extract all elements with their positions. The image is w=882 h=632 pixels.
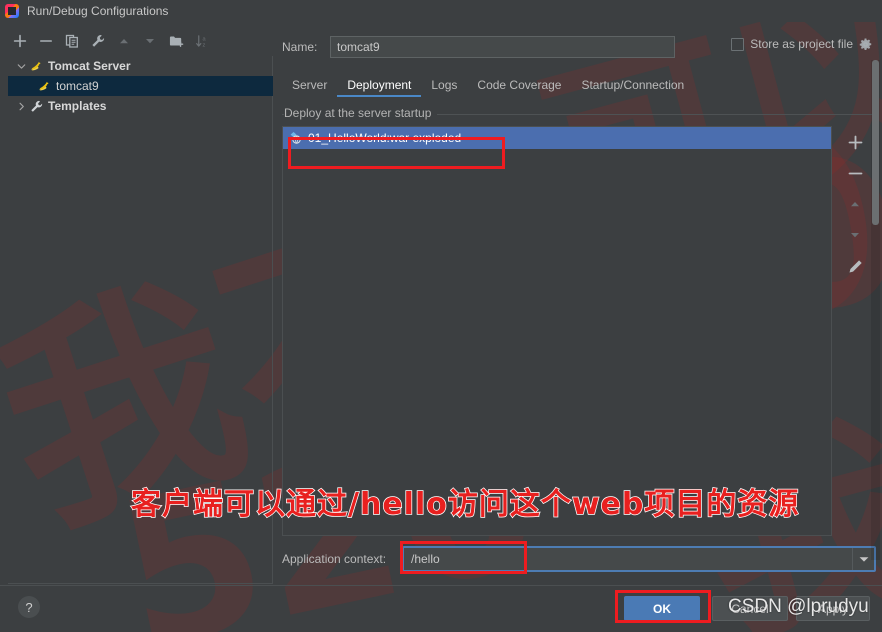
- application-context-label: Application context:: [282, 552, 387, 566]
- dialog-vertical-scrollbar[interactable]: [871, 60, 880, 560]
- edit-artifact-button[interactable]: [842, 254, 868, 278]
- wrench-icon: [28, 98, 44, 114]
- move-up-button[interactable]: [112, 29, 136, 53]
- remove-configuration-button[interactable]: [34, 29, 58, 53]
- configurations-tree-frame: [8, 56, 273, 584]
- artifact-list-item[interactable]: 01_HelloWorld:war exploded: [283, 127, 831, 149]
- application-context-combo[interactable]: /hello: [402, 546, 876, 572]
- run-debug-configurations-dialog: 我不可520可以520我0 Run/Debug Configurations ✕: [0, 0, 882, 632]
- tomcat-icon: [28, 58, 44, 74]
- chevron-right-icon[interactable]: [14, 102, 28, 111]
- deployment-group: Deploy at the server startup 01_HelloWor…: [282, 106, 876, 536]
- sort-configurations-button[interactable]: a z: [190, 29, 214, 53]
- svg-text:z: z: [202, 42, 205, 48]
- name-label: Name:: [282, 40, 318, 54]
- dialog-footer: ? OK Cancel Apply: [0, 588, 882, 632]
- deploy-at-startup-label: Deploy at the server startup: [284, 106, 438, 120]
- intellij-idea-icon: [5, 4, 19, 18]
- application-context-value[interactable]: /hello: [404, 552, 852, 566]
- name-input[interactable]: [330, 36, 675, 58]
- cancel-button[interactable]: Cancel: [712, 596, 788, 621]
- tab-code-coverage[interactable]: Code Coverage: [467, 74, 571, 97]
- artifacts-list-toolbar: [834, 126, 876, 536]
- tomcat-icon: [36, 78, 52, 94]
- sidebar-item-tomcat-server[interactable]: Tomcat Server: [8, 56, 273, 76]
- store-as-project-file-checkbox[interactable]: [731, 37, 745, 51]
- tab-deployment[interactable]: Deployment: [337, 74, 422, 97]
- artifact-label: 01_HelloWorld:war exploded: [308, 131, 462, 145]
- add-configuration-button[interactable]: [8, 29, 32, 53]
- configuration-editor-pane: Name: Store as project file ServerDeploy…: [282, 28, 876, 584]
- move-artifact-up-button[interactable]: [842, 192, 868, 216]
- copy-configuration-button[interactable]: [60, 29, 84, 53]
- artifacts-list[interactable]: 01_HelloWorld:war exploded: [282, 126, 832, 536]
- ok-button[interactable]: OK: [624, 596, 700, 621]
- scrollbar-thumb[interactable]: [872, 60, 879, 225]
- configurations-toolbar: a z: [8, 28, 273, 54]
- tab-startup-connection[interactable]: Startup/Connection: [571, 74, 694, 97]
- tab-server[interactable]: Server: [282, 74, 337, 97]
- apply-button[interactable]: Apply: [796, 596, 870, 621]
- application-context-row: Application context: /hello: [282, 546, 876, 572]
- add-artifact-button[interactable]: [842, 130, 868, 154]
- sidebar-item-label: tomcat9: [56, 79, 99, 93]
- sidebar-item-label: Templates: [48, 99, 107, 113]
- dialog-title: Run/Debug Configurations: [27, 4, 169, 18]
- dialog-title-bar: Run/Debug Configurations: [0, 0, 882, 22]
- configuration-tabs: Server Deployment Logs Code Coverage Startup…: [282, 72, 876, 97]
- sidebar-item-tomcat9[interactable]: tomcat9: [8, 76, 273, 96]
- sidebar-item-templates[interactable]: Templates: [8, 96, 273, 116]
- store-as-project-file-group: Store as project file: [731, 37, 872, 51]
- tab-logs[interactable]: Logs: [421, 74, 467, 97]
- footer-divider: [0, 585, 882, 586]
- move-down-button[interactable]: [138, 29, 162, 53]
- chevron-down-icon[interactable]: [14, 62, 28, 71]
- new-folder-button[interactable]: [164, 29, 188, 53]
- edit-templates-button[interactable]: [86, 29, 110, 53]
- store-as-project-file-label[interactable]: Store as project file: [750, 37, 853, 51]
- configurations-tree: Tomcat Server tomcat9 Templates: [8, 56, 273, 116]
- sidebar-item-label: Tomcat Server: [48, 59, 131, 73]
- gear-icon[interactable]: [859, 37, 872, 51]
- artifact-icon: [288, 130, 304, 146]
- move-artifact-down-button[interactable]: [842, 223, 868, 247]
- remove-artifact-button[interactable]: [842, 161, 868, 185]
- help-button[interactable]: ?: [18, 596, 40, 618]
